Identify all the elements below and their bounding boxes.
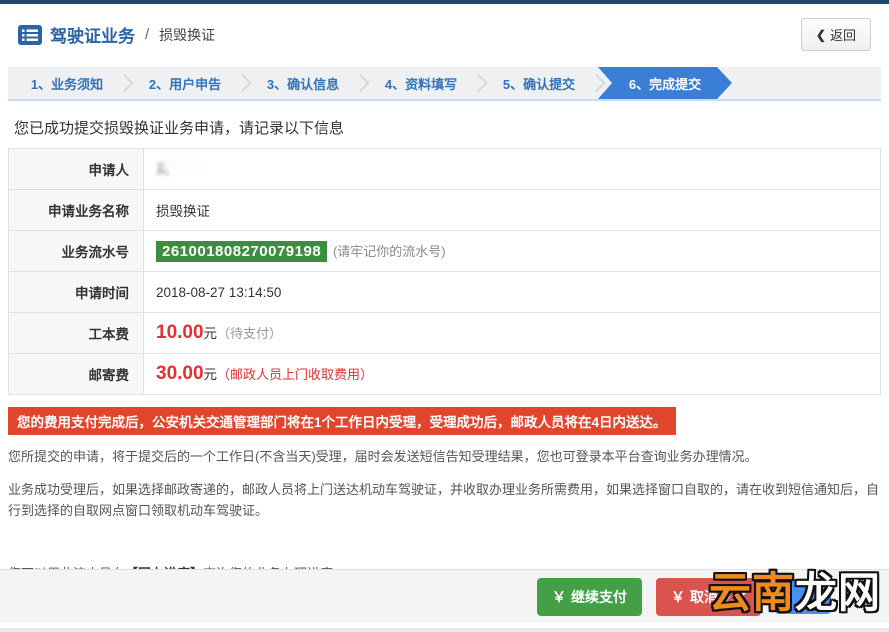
breadcrumb-separator: / xyxy=(145,26,150,43)
back-chevron-icon: ❮ xyxy=(815,27,826,42)
continue-payment-label: 继续支付 xyxy=(571,588,627,605)
instruction-paragraph: 您所提交的申请，将于提交后的一个工作日(不含当天)受理，届时会发送短信告知受理结… xyxy=(8,449,758,464)
apply-time-label: 申请时间 xyxy=(8,271,144,313)
production-fee-value: 10.00元（待支付） xyxy=(143,312,881,354)
step-5-confirm-submit[interactable]: 5、确认提交 xyxy=(480,67,598,99)
table-row-postage-fee: 邮寄费 30.00元（邮政人员上门收取费用） xyxy=(8,353,881,395)
page-title: 驾驶证业务 xyxy=(50,27,135,46)
production-fee-unit: 元 xyxy=(203,326,218,341)
business-name-label: 申请业务名称 xyxy=(8,189,144,231)
postage-fee-amount: 30.00 xyxy=(156,363,204,384)
table-row-apply-time: 申请时间 2018-08-27 13:14:50 xyxy=(8,271,881,313)
table-row-business-name: 申请业务名称 损毁换证 xyxy=(8,189,881,231)
payment-notice-banner: 您的费用支付完成后，公安机关交通管理部门将在1个工作日内受理，受理成功后，邮政人… xyxy=(8,407,676,435)
back-button-label: 返回 xyxy=(829,28,856,43)
postage-fee-note: （邮政人员上门收取费用） xyxy=(217,367,374,382)
applicant-value: 高 xyxy=(143,148,881,190)
business-name-value: 损毁换证 xyxy=(143,189,881,231)
step-wizard: 1、业务须知 2、用户申告 3、确认信息 4、资料填写 5、确认提交 6、完成提… xyxy=(8,67,881,101)
list-icon xyxy=(18,24,42,45)
step-3-confirm-info[interactable]: 3、确认信息 xyxy=(244,67,362,99)
production-fee-amount: 10.00 xyxy=(156,322,204,343)
cancel-payment-label: 取消支付 xyxy=(690,588,746,605)
apply-time-value: 2018-08-27 13:14:50 xyxy=(143,271,881,313)
yen-icon: ￥ xyxy=(552,588,566,605)
postage-fee-label: 邮寄费 xyxy=(8,353,144,395)
serial-label: 业务流水号 xyxy=(8,230,144,272)
step-6-complete-submit[interactable]: 6、完成提交 xyxy=(598,67,732,99)
footer-action-bar: ￥ 继续支付 ￥ 取消支付 xyxy=(0,569,889,623)
step-2-user-declaration[interactable]: 2、用户申告 xyxy=(126,67,244,99)
step-1-business-notice[interactable]: 1、业务须知 xyxy=(8,67,126,99)
serial-note: (请牢记你的流水号) xyxy=(332,243,446,259)
postage-fee-value: 30.00元（邮政人员上门收取费用） xyxy=(143,353,881,395)
application-info-table: 申请人 高 申请业务名称 损毁换证 业务流水号 2610018082700791… xyxy=(8,148,881,395)
redacted-name: 高 xyxy=(156,161,170,177)
continue-payment-button[interactable]: ￥ 继续支付 xyxy=(537,577,642,616)
page-subtitle: 损毁换证 xyxy=(159,26,216,43)
applicant-label: 申请人 xyxy=(8,148,144,190)
instruction-paragraphs: 您所提交的申请，将于提交后的一个工作日(不含当天)受理，届时会发送短信告知受理结… xyxy=(8,447,881,521)
page-header: 驾驶证业务 / 损毁换证 ❮ 返回 xyxy=(0,4,889,63)
obscured-blue-button[interactable] xyxy=(775,579,831,614)
table-row-serial: 业务流水号 261001808270079198 (请牢记你的流水号) xyxy=(8,230,881,272)
success-message: 您已成功提交损毁换证业务申请，请记录以下信息 xyxy=(14,120,345,137)
breadcrumb: 驾驶证业务 / 损毁换证 xyxy=(18,22,215,47)
table-row-production-fee: 工本费 10.00元（待支付） xyxy=(8,312,881,354)
step-4-fill-material[interactable]: 4、资料填写 xyxy=(362,67,480,99)
instruction-paragraph: 业务成功受理后，如果选择邮政寄递的，邮政人员将上门送达机动车驾驶证，并收取办理业… xyxy=(8,481,880,518)
serial-number-badge: 261001808270079198 xyxy=(156,240,328,262)
postage-fee-unit: 元 xyxy=(203,367,218,382)
back-button[interactable]: ❮ 返回 xyxy=(800,18,871,51)
yen-icon: ￥ xyxy=(671,588,685,605)
production-fee-label: 工本费 xyxy=(8,312,144,354)
serial-value: 261001808270079198 (请牢记你的流水号) xyxy=(143,230,881,272)
cancel-payment-button[interactable]: ￥ 取消支付 xyxy=(656,577,761,616)
production-fee-note: （待支付） xyxy=(217,326,283,341)
table-row-applicant: 申请人 高 xyxy=(8,148,881,190)
